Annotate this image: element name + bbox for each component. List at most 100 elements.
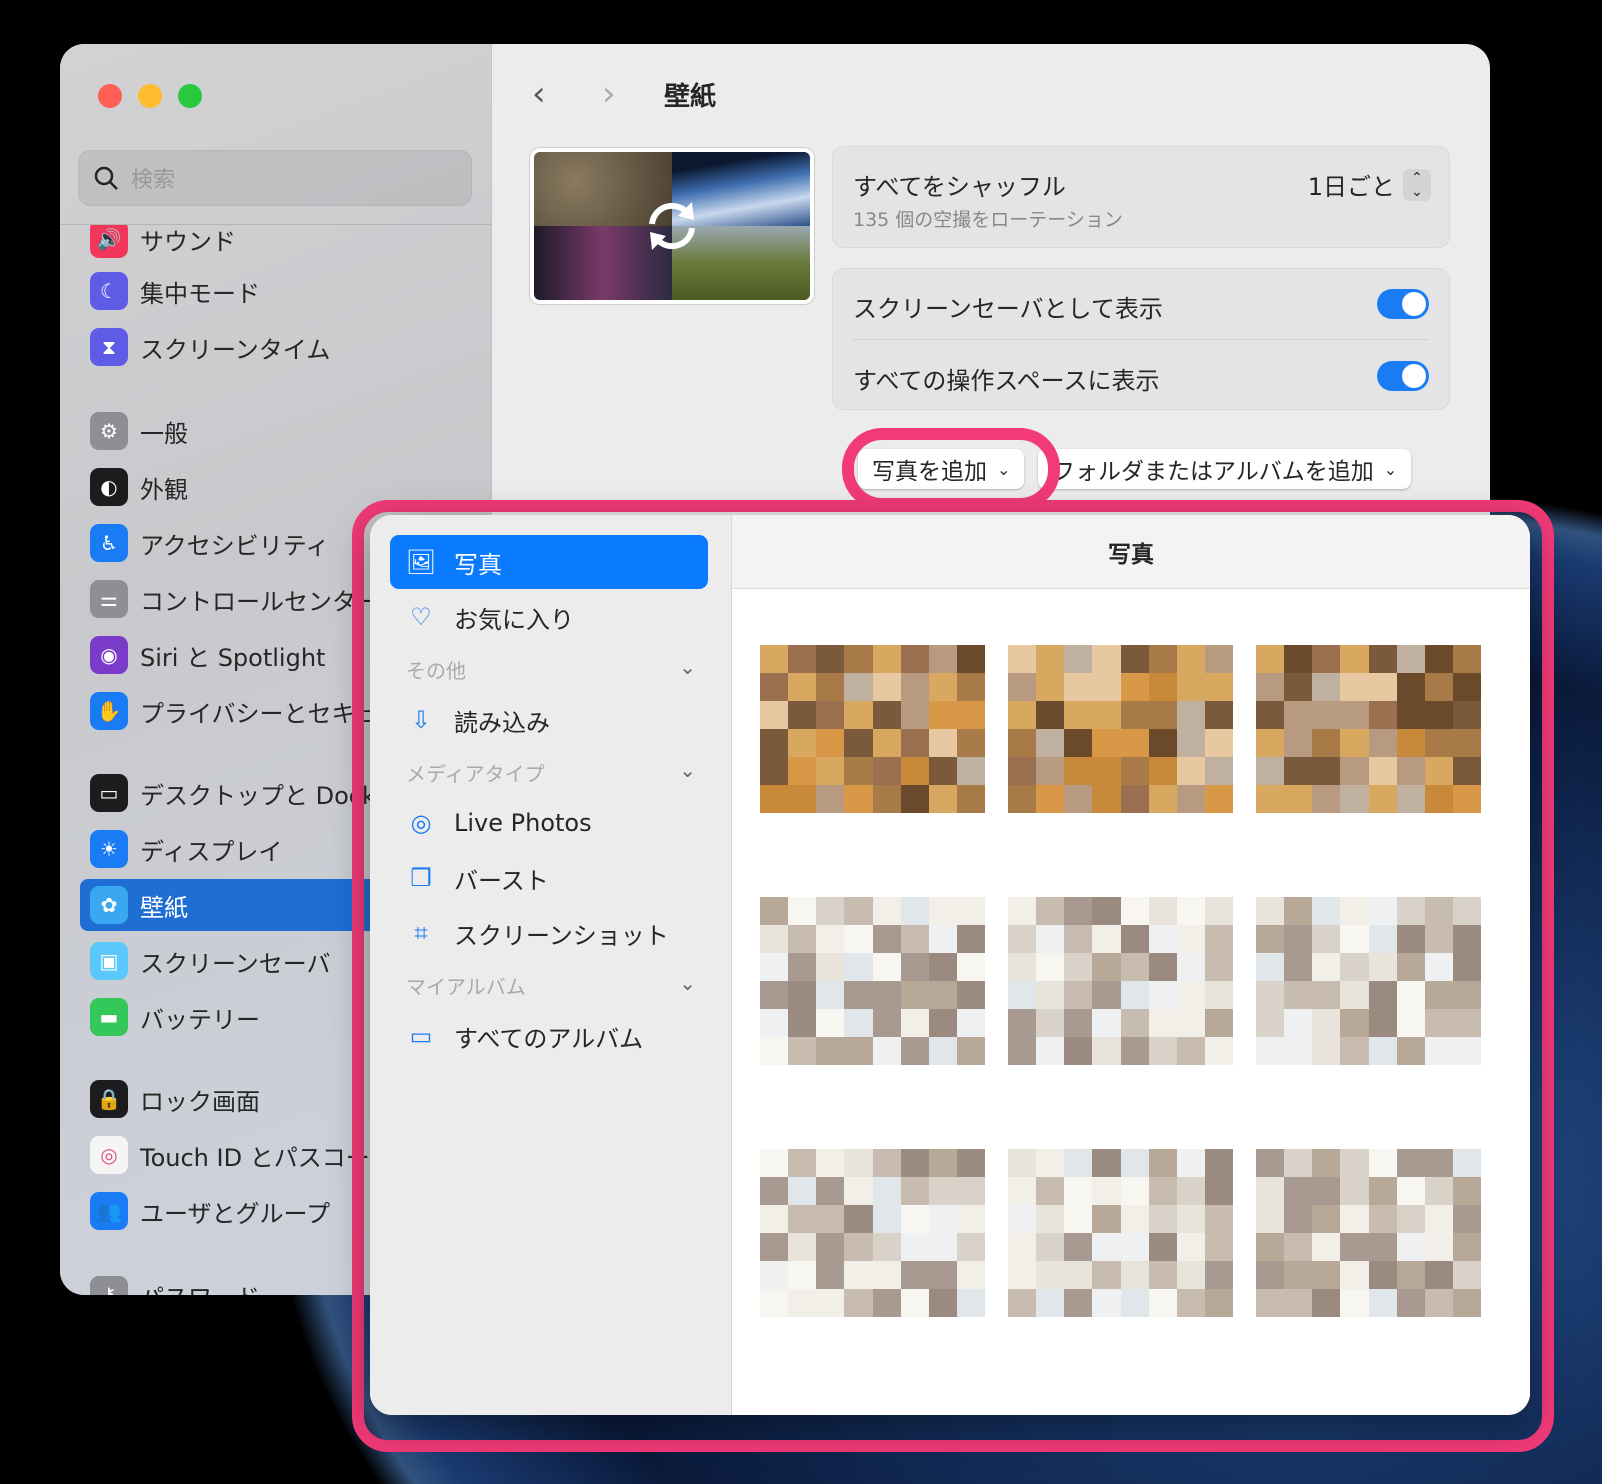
gear-icon: ⚙: [90, 412, 128, 450]
minimize-button[interactable]: [138, 84, 162, 108]
switches-icon: ⚌: [90, 580, 128, 618]
import-icon: ⇩: [410, 706, 432, 734]
section-label: メディアタイプ: [406, 762, 545, 786]
albums-icon: ▭: [409, 1022, 433, 1050]
all-spaces-toggle[interactable]: [1377, 361, 1429, 391]
shuffle-subtitle: 135 個の空撮をローテーション: [853, 209, 1123, 231]
section-header[interactable]: マイアルバム ⌄: [406, 971, 696, 1000]
sidebar-item[interactable]: ☾ 集中モード: [80, 265, 480, 317]
picker-item[interactable]: ◎ Live Photos: [390, 796, 708, 850]
picker-item[interactable]: ⌗ スクリーンショット: [390, 906, 708, 960]
picker-item-label: 写真: [454, 550, 502, 579]
fingerprint-icon: ◎: [90, 1136, 128, 1174]
picker-item-label: Live Photos: [454, 809, 592, 837]
page-title: 壁紙: [664, 82, 717, 112]
sidebar-item-label: 外観: [140, 475, 188, 504]
appearance-icon: ◐: [90, 468, 128, 506]
users-icon: 👥: [90, 1192, 128, 1230]
frequency-value: 1日ごと: [1307, 173, 1395, 201]
lock-icon: 🔒: [90, 1080, 128, 1118]
picker-header: 写真: [732, 515, 1530, 589]
sidebar-item-label: サウンド: [140, 227, 236, 256]
section-label: マイアルバム: [406, 975, 526, 999]
heart-icon: ♡: [410, 603, 432, 631]
sidebar-item-label: 集中モード: [140, 279, 260, 308]
options-card: スクリーンセーバとして表示 すべての操作スペースに表示: [832, 268, 1450, 410]
speaker-icon: 🔊: [90, 225, 128, 258]
picker-item-label: 読み込み: [454, 708, 550, 737]
screenshot-icon: ⌗: [414, 919, 428, 947]
search-input[interactable]: 検索: [78, 150, 472, 206]
sidebar-item-label: デスクトップと Dock: [140, 781, 376, 810]
picker-item[interactable]: ♡ お気に入り: [390, 590, 708, 644]
screensaver-icon: ▣: [90, 942, 128, 980]
close-button[interactable]: [98, 84, 122, 108]
photo-thumbnail[interactable]: [1008, 897, 1233, 1065]
add-folder-label: フォルダまたはアルバムを追加: [1052, 459, 1374, 485]
picker-item[interactable]: 🖼 写真: [390, 535, 708, 589]
shuffle-card: すべてをシャッフル 135 個の空撮をローテーション 1日ごと ⌃ ⌄: [832, 146, 1450, 248]
sidebar-item-label: ディスプレイ: [140, 837, 283, 866]
search-placeholder: 検索: [131, 168, 176, 193]
accessibility-icon: ♿: [90, 524, 128, 562]
sidebar-item-label: Siri と Spotlight: [140, 643, 326, 672]
option-label: すべての操作スペースに表示: [853, 367, 1160, 395]
highlight-ring: [842, 428, 1060, 510]
sidebar-item-label: 壁紙: [140, 893, 188, 922]
photo-grid: [732, 590, 1530, 1415]
live-photo-icon: ◎: [410, 809, 432, 837]
chevron-down-icon[interactable]: ⌄: [679, 655, 696, 684]
photo-thumbnail[interactable]: [1256, 1149, 1481, 1317]
chevron-down-icon[interactable]: ⌄: [679, 971, 696, 1000]
burst-icon: ❒: [410, 864, 432, 892]
photos-icon: 🖼: [405, 548, 437, 576]
sidebar-item[interactable]: ⚙ 一般: [80, 405, 480, 457]
hourglass-icon: ⧗: [90, 328, 128, 366]
dock-icon: ▭: [90, 774, 128, 812]
hand-icon: ✋: [90, 692, 128, 730]
sidebar-item-label: スクリーンタイム: [140, 335, 331, 364]
moon-icon: ☾: [90, 272, 128, 310]
sidebar-item[interactable]: ⧗ スクリーンタイム: [80, 321, 480, 373]
key-icon: ⚷: [90, 1276, 128, 1295]
option-label: スクリーンセーバとして表示: [853, 295, 1163, 323]
sidebar-item-label: スクリーンセーバ: [140, 949, 331, 978]
sidebar-item-label: パスワード: [140, 1278, 260, 1296]
sidebar-item-label: アクセシビリティ: [140, 531, 330, 560]
add-folder-button[interactable]: フォルダまたはアルバムを追加 ⌄: [1038, 449, 1412, 489]
wallpaper-preview[interactable]: [530, 148, 814, 304]
photo-thumbnail[interactable]: [1008, 1149, 1233, 1317]
chevron-right-icon[interactable]: ›: [602, 74, 616, 114]
picker-item[interactable]: ⇩ 読み込み: [390, 693, 708, 747]
chevron-down-icon[interactable]: ⌄: [679, 758, 696, 787]
sun-icon: ☀: [90, 830, 128, 868]
search-icon: [94, 166, 118, 190]
frequency-select[interactable]: 1日ごと ⌃ ⌄: [1308, 167, 1431, 202]
photo-thumbnail[interactable]: [760, 1149, 985, 1317]
chevron-down-icon: ⌄: [1383, 459, 1398, 479]
shuffle-title: すべてをシャッフル: [853, 173, 1066, 201]
sidebar-item[interactable]: 🔊 サウンド: [80, 225, 480, 265]
picker-item[interactable]: ❒ バースト: [390, 851, 708, 905]
photo-thumbnail[interactable]: [760, 645, 985, 813]
section-header[interactable]: メディアタイプ ⌄: [406, 758, 696, 787]
photo-thumbnail[interactable]: [1256, 897, 1481, 1065]
screensaver-toggle[interactable]: [1377, 289, 1429, 319]
photo-thumbnail[interactable]: [1008, 645, 1233, 813]
flower-icon: ✿: [90, 886, 128, 924]
picker-item-label: すべてのアルバム: [454, 1024, 644, 1053]
updown-chevron-icon: ⌃ ⌄: [1403, 168, 1431, 201]
photo-thumbnail[interactable]: [1256, 645, 1481, 813]
picker-item-label: お気に入り: [454, 605, 574, 634]
zoom-button[interactable]: [178, 84, 202, 108]
chevron-left-icon[interactable]: ‹: [532, 74, 546, 114]
sidebar-item-label: コントロールセンター: [140, 587, 380, 616]
divider: [853, 339, 1429, 340]
photo-thumbnail[interactable]: [760, 897, 985, 1065]
picker-item[interactable]: ▭ すべてのアルバム: [390, 1009, 708, 1063]
picker-sidebar: 🖼 写真 ♡ お気に入りその他 ⌄ ⇩ 読み込みメディアタイプ ⌄ ◎ Live Photos ❒ バ…: [370, 515, 732, 1415]
sidebar-item-label: ロック画面: [140, 1087, 260, 1116]
sidebar-item-label: バッテリー: [140, 1005, 260, 1034]
shuffle-icon: [649, 202, 695, 250]
section-header[interactable]: その他 ⌄: [406, 655, 696, 684]
